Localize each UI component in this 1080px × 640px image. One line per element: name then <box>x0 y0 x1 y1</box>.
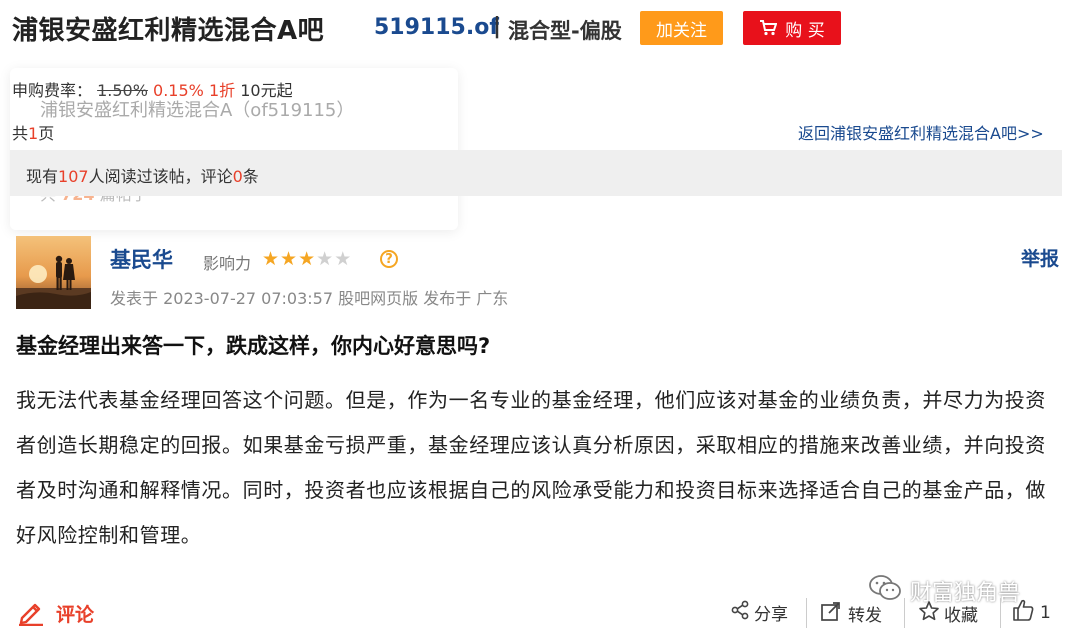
star-filled-icon: ★ <box>298 248 316 270</box>
read-prefix: 现有 <box>26 167 59 186</box>
influence-stars: ★ ★ ★ ★ ★ <box>262 249 351 269</box>
divider <box>806 598 807 628</box>
divider <box>1000 598 1001 628</box>
thumbs-up-icon <box>1012 598 1034 627</box>
star-filled-icon: ★ <box>280 248 298 270</box>
author-name[interactable]: 基民华 <box>110 244 173 274</box>
fee-minimum: 10元起 <box>240 81 293 100</box>
wechat-icon <box>868 574 902 608</box>
page-title: 浦银安盛红利精选混合A吧 <box>12 16 325 46</box>
favorite-label: 收藏 <box>944 606 978 626</box>
purchase-fee: 申购费率： 1.50% 0.15% 1折 10元起 <box>12 77 293 101</box>
post-title: 基金经理出来答一下，跌成这样，你内心好意思吗? <box>16 334 491 358</box>
avatar[interactable] <box>16 236 91 309</box>
read-suffix: 条 <box>242 167 259 186</box>
star-filled-icon: ★ <box>262 248 280 270</box>
fee-discount-text: 1折 <box>208 81 236 100</box>
follow-button[interactable]: 加关注 <box>640 11 723 45</box>
fee-discount-rate: 0.15% <box>153 81 204 100</box>
buy-label: 购 买 <box>785 20 825 41</box>
fund-type: 混合型-偏股 <box>508 19 622 43</box>
fee-label: 申购费率： <box>12 81 93 100</box>
pencil-icon <box>16 596 46 630</box>
star-empty-icon: ★ <box>316 248 334 270</box>
comment-button[interactable]: 评论 <box>16 596 94 630</box>
question-icon[interactable]: ? <box>380 250 398 268</box>
shopping-cart-icon <box>759 20 778 36</box>
back-to-forum-link[interactable]: 返回浦银安盛红利精选混合A吧>> <box>798 120 1044 144</box>
report-button[interactable]: 举报 <box>1021 244 1059 271</box>
repost-icon <box>820 600 842 627</box>
read-stats: 现有107人阅读过该帖，评论0条 <box>26 163 259 187</box>
read-middle: 人阅读过该帖，评论 <box>88 167 233 186</box>
post-body: 我无法代表基金经理回答这个问题。但是，作为一名专业的基金经理，他们应该对基金的业… <box>16 388 1046 547</box>
like-button[interactable]: 1 <box>1012 598 1051 627</box>
post-meta: 发表于 2023-07-27 07:03:57 股吧网页版 发布于 广东 <box>110 289 509 308</box>
share-icon <box>730 600 750 625</box>
comment-label: 评论 <box>56 603 95 626</box>
page-count-suffix: 页 <box>38 124 55 143</box>
favorite-button[interactable]: 收藏 <box>918 600 978 627</box>
reader-count: 107 <box>58 167 89 186</box>
page-count-prefix: 共 <box>12 124 29 143</box>
fund-code[interactable]: 519115.of <box>374 15 499 40</box>
share-label: 分享 <box>754 605 788 625</box>
star-empty-icon: ★ <box>334 248 352 270</box>
star-outline-icon <box>918 600 940 627</box>
buy-button[interactable]: 购 买 <box>743 11 841 45</box>
like-count: 1 <box>1040 602 1051 623</box>
comment-count: 0 <box>232 167 243 186</box>
share-button[interactable]: 分享 <box>730 600 788 625</box>
header-separator: | <box>493 14 502 39</box>
influence-label: 影响力 <box>203 254 252 273</box>
page-count-value[interactable]: 1 <box>28 124 38 143</box>
page-count: 共1页 <box>12 120 54 144</box>
fee-original-rate: 1.50% <box>97 81 148 100</box>
